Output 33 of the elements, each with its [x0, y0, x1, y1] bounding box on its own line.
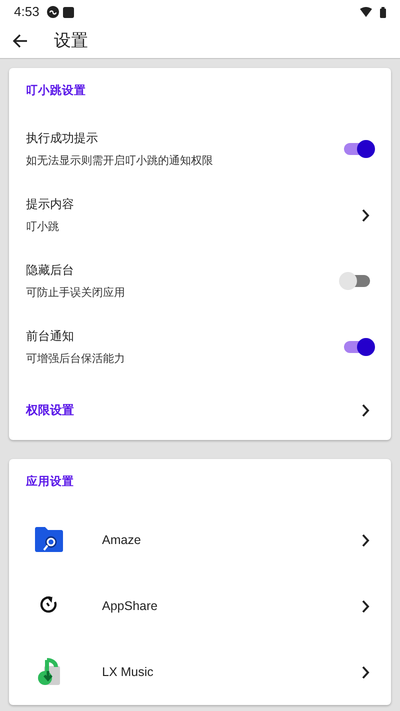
setting-title: 隐藏后台 [26, 262, 75, 279]
chevron-right-icon [361, 666, 370, 678]
page-title: 设置 [54, 30, 88, 52]
chevron-right-icon [361, 534, 370, 546]
app-name: Amaze [102, 532, 142, 549]
battery-icon [380, 6, 386, 18]
app-name: AppShare [102, 598, 159, 615]
setting-title: 权限设置 [26, 402, 75, 419]
setting-title: 执行成功提示 [26, 130, 99, 147]
chevron-button[interactable] [361, 534, 370, 546]
setting-title: 提示内容 [26, 196, 75, 213]
section-title: 应用设置 [24, 474, 75, 490]
chevron-right-icon [361, 208, 370, 222]
setting-title: 前台通知 [26, 328, 75, 345]
app-icon [34, 525, 64, 555]
chevron-button[interactable] [361, 600, 370, 612]
setting-description: 如无法显示则需开启叮小跳的通知权限 [26, 154, 214, 169]
setting-description: 可防止手误关闭应用 [26, 286, 126, 301]
back-button[interactable] [12, 33, 28, 49]
section-title: 叮小跳设置 [25, 83, 87, 100]
status-time: 4:53 [14, 3, 40, 22]
notification-icon [63, 6, 74, 18]
app-name: LX Music [102, 664, 154, 681]
chevron-right-icon [361, 600, 370, 612]
chevron-button[interactable] [361, 666, 370, 678]
back-icon [12, 33, 28, 49]
setting-description: 叮小跳 [26, 220, 60, 235]
setting-description: 可增强后台保活能力 [26, 352, 126, 367]
wifi-icon [360, 7, 372, 17]
chevron-right-icon [361, 404, 370, 416]
chevron-button[interactable] [361, 404, 370, 416]
notification-icon [47, 6, 60, 18]
chevron-button[interactable] [361, 208, 370, 222]
